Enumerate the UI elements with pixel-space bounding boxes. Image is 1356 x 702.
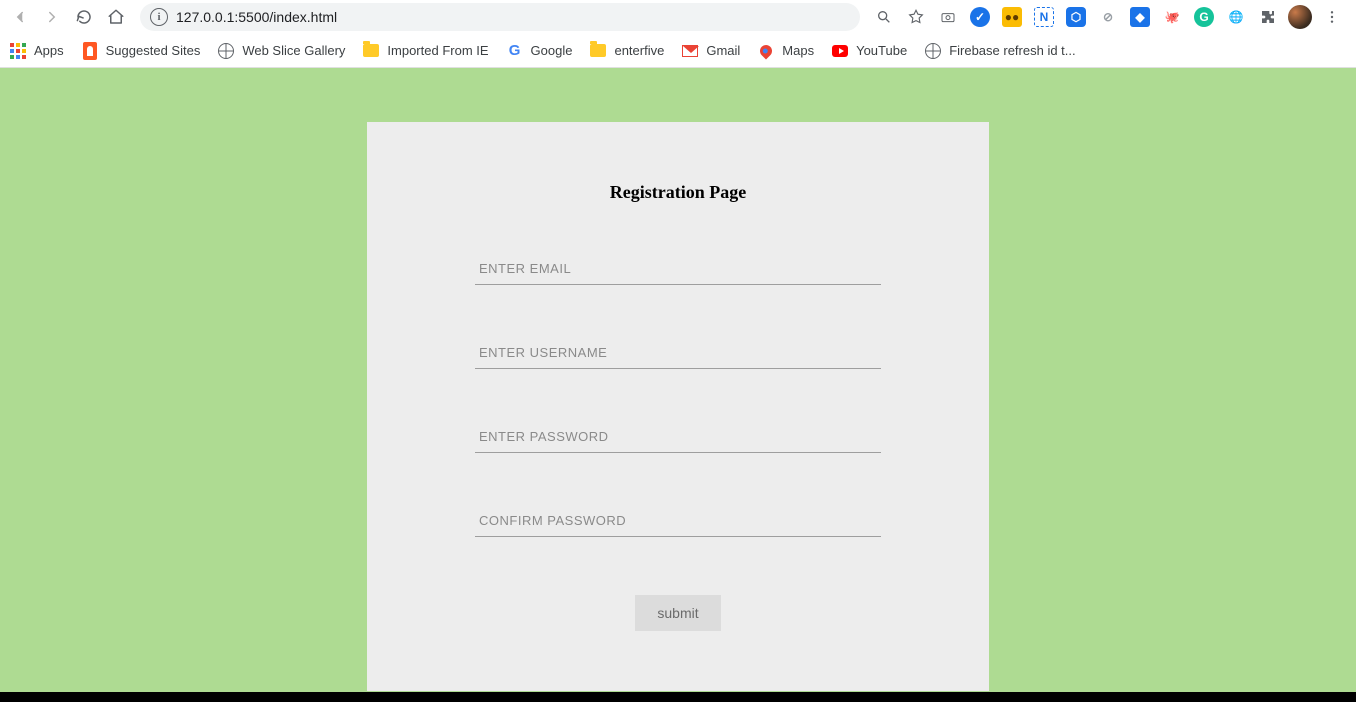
bookmark-label: Firebase refresh id t...: [949, 43, 1075, 58]
bookmark-imported-ie[interactable]: Imported From IE: [363, 43, 488, 59]
extension-gitkraken-icon[interactable]: 🐙: [1158, 3, 1186, 31]
maps-icon: [758, 43, 774, 59]
bookmark-label: Gmail: [706, 43, 740, 58]
apps-icon: [10, 43, 26, 59]
bookmark-google[interactable]: G Google: [507, 43, 573, 59]
extension-n-icon[interactable]: N: [1030, 3, 1058, 31]
toolbar-actions: ✓ ●● N ⬡ ⊘ ◆ 🐙 G 🌐: [870, 3, 1350, 31]
url-text: 127.0.0.1:5500/index.html: [176, 9, 337, 25]
bookmarks-bar: Apps Suggested Sites Web Slice Gallery I…: [0, 34, 1356, 68]
bookmark-label: Maps: [782, 43, 814, 58]
forward-button[interactable]: [38, 3, 66, 31]
folder-icon: [590, 43, 606, 59]
bookmark-suggested-sites[interactable]: Suggested Sites: [82, 43, 201, 59]
bookmark-label: Imported From IE: [387, 43, 488, 58]
submit-button[interactable]: submit: [635, 595, 720, 631]
bookmark-apps[interactable]: Apps: [10, 43, 64, 59]
folder-icon: [363, 43, 379, 59]
bookmark-label: enterfive: [614, 43, 664, 58]
youtube-icon: [832, 43, 848, 59]
extension-block-icon[interactable]: ⊘: [1094, 3, 1122, 31]
confirm-password-input[interactable]: [475, 505, 881, 537]
extension-globe-icon[interactable]: 🌐: [1222, 3, 1250, 31]
back-button[interactable]: [6, 3, 34, 31]
bookmark-label: Google: [531, 43, 573, 58]
page-title: Registration Page: [610, 182, 746, 203]
site-info-icon[interactable]: i: [150, 8, 168, 26]
extension-grammarly-icon[interactable]: G: [1190, 3, 1218, 31]
gmail-icon: [682, 43, 698, 59]
google-icon: G: [507, 43, 523, 59]
extension-diamond-icon[interactable]: ◆: [1126, 3, 1154, 31]
page-viewport: Registration Page submit: [0, 68, 1356, 692]
extension-check-icon[interactable]: ✓: [966, 3, 994, 31]
extension-camera-icon[interactable]: [934, 3, 962, 31]
globe-icon: [218, 43, 234, 59]
home-button[interactable]: [102, 3, 130, 31]
browser-chrome: i 127.0.0.1:5500/index.html ✓ ●● N ⬡ ⊘ ◆…: [0, 0, 1356, 68]
lightbulb-icon: [82, 43, 98, 59]
extension-box-icon[interactable]: ●●: [998, 3, 1026, 31]
bookmark-enterfive[interactable]: enterfive: [590, 43, 664, 59]
reload-button[interactable]: [70, 3, 98, 31]
bookmark-web-slice[interactable]: Web Slice Gallery: [218, 43, 345, 59]
bookmark-firebase[interactable]: Firebase refresh id t...: [925, 43, 1075, 59]
address-bar[interactable]: i 127.0.0.1:5500/index.html: [140, 3, 860, 31]
bookmark-label: Web Slice Gallery: [242, 43, 345, 58]
email-input[interactable]: [475, 253, 881, 285]
bookmark-label: YouTube: [856, 43, 907, 58]
bookmark-star-icon[interactable]: [902, 3, 930, 31]
chrome-menu-icon[interactable]: [1318, 3, 1346, 31]
bookmark-label: Suggested Sites: [106, 43, 201, 58]
browser-toolbar: i 127.0.0.1:5500/index.html ✓ ●● N ⬡ ⊘ ◆…: [0, 0, 1356, 34]
globe-icon: [925, 43, 941, 59]
bookmark-label: Apps: [34, 43, 64, 58]
bookmark-gmail[interactable]: Gmail: [682, 43, 740, 59]
registration-card: Registration Page submit: [367, 122, 989, 691]
zoom-icon[interactable]: [870, 3, 898, 31]
profile-avatar[interactable]: [1286, 3, 1314, 31]
bookmark-youtube[interactable]: YouTube: [832, 43, 907, 59]
username-input[interactable]: [475, 337, 881, 369]
extension-shield-icon[interactable]: ⬡: [1062, 3, 1090, 31]
extensions-puzzle-icon[interactable]: [1254, 3, 1282, 31]
taskbar-strip: [0, 692, 1356, 702]
bookmark-maps[interactable]: Maps: [758, 43, 814, 59]
password-input[interactable]: [475, 421, 881, 453]
